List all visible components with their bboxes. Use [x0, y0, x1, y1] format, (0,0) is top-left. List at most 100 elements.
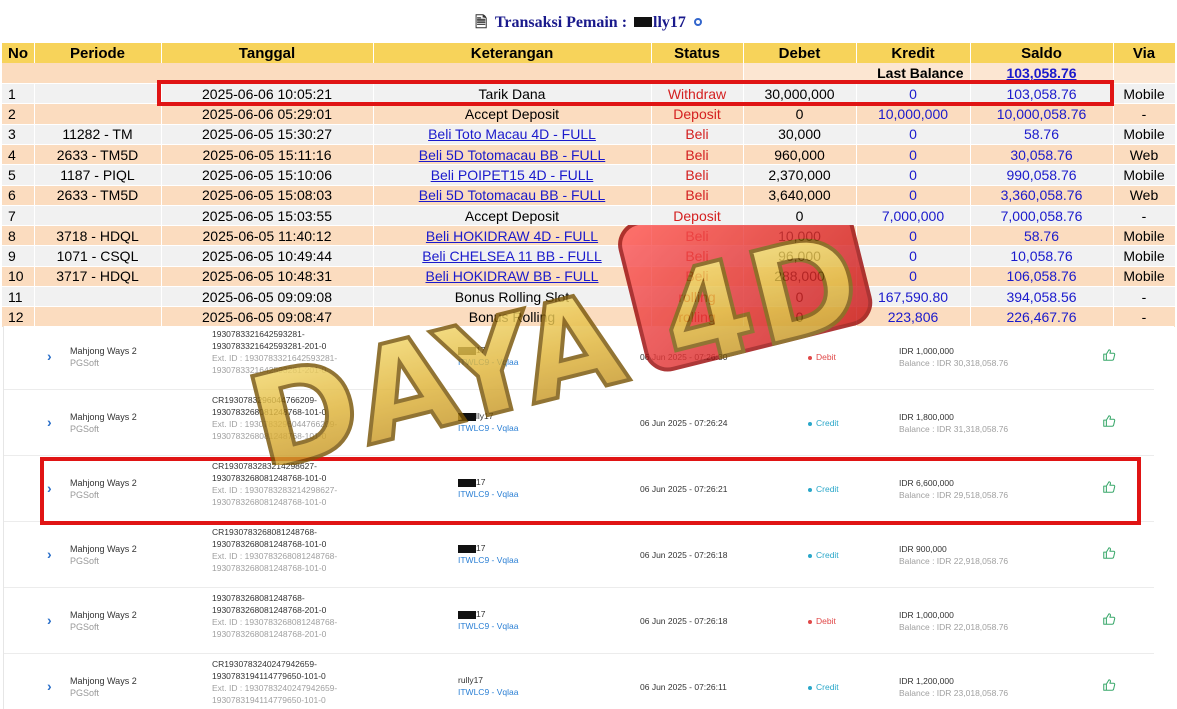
cell-saldo: 7,000,058.76 [970, 205, 1114, 227]
redacted-username-mask [458, 346, 476, 355]
agent-link[interactable]: ITWLC9 - Vqlaa [458, 686, 518, 698]
history-row[interactable]: › Mahjong Ways 2 PGSoft CR19307832402479426… [4, 654, 1154, 709]
cell-debet: 96,000 [743, 245, 857, 267]
status-dot-icon [808, 355, 812, 360]
history-date: 06 Jun 2025 - 07:26:11 [640, 682, 727, 692]
cell-periode [34, 103, 162, 125]
history-row[interactable]: › Mahjong Ways 2 PGSoft CR19307832832142986… [4, 456, 1154, 522]
cell-kredit: 0 [856, 245, 971, 267]
history-row[interactable]: › Mahjong Ways 2 PGSoft 1930783268081248768… [4, 588, 1154, 654]
cell-saldo-text: 106,058.76 [1006, 268, 1077, 285]
chevron-right-icon[interactable]: › [47, 480, 52, 496]
history-date: 06 Jun 2025 - 07:26:18 [640, 616, 728, 626]
chevron-right-icon[interactable]: › [47, 348, 52, 364]
history-row[interactable]: › Mahjong Ways 2 PGSoft CR19307832680812487… [4, 522, 1154, 588]
thumbs-up-icon[interactable] [1102, 348, 1116, 362]
cell-saldo-text: 990,058.76 [1006, 166, 1077, 183]
cell-status-text: Beli [685, 268, 709, 285]
amount: IDR 6,600,000 [899, 478, 954, 488]
chevron-right-icon[interactable]: › [47, 612, 52, 628]
last-balance-value[interactable]: 103,058.76 [970, 63, 1114, 85]
game-info: Mahjong Ways 2 PGSoft [70, 543, 137, 567]
cell-via-text: - [1141, 288, 1147, 305]
cell-periode [34, 205, 162, 227]
cell-kredit-text: 0 [909, 85, 917, 102]
document-icon: 🗎 [475, 15, 488, 31]
username: lly17 [476, 411, 494, 421]
info-icon[interactable] [693, 17, 702, 26]
cell-status: Beli [651, 124, 744, 145]
status-dot-icon [808, 421, 812, 426]
cell-tanggal: 2025-06-05 10:49:44 [161, 245, 374, 267]
cell-tanggal: 2025-06-06 05:29:01 [161, 103, 374, 125]
cell-periode: 1187 - PIQL [34, 164, 162, 186]
thumbs-up-icon[interactable] [1102, 612, 1116, 626]
transaction-type-badge: Debit [808, 352, 836, 362]
cell-kredit-text: 10,000,000 [877, 106, 949, 123]
bet-detail-link[interactable]: Beli HOKIDRAW 4D - FULL [426, 228, 598, 244]
chevron-right-icon[interactable]: › [47, 546, 52, 562]
cell-status: Withdraw [651, 83, 744, 105]
cell-via-text: - [1141, 207, 1147, 224]
cell-no-text: 8 [8, 227, 16, 244]
bet-detail-link[interactable]: Beli HOKIDRAW BB - FULL [426, 268, 599, 284]
agent-link[interactable]: ITWLC9 - Vqlaa [458, 356, 518, 368]
cell-status: Beli [651, 245, 744, 267]
transaction-id-line2: 1930783194114779650-101-0 [212, 671, 326, 681]
bet-detail-link[interactable]: Beli POIPET15 4D - FULL [431, 167, 594, 183]
cell-kredit-text: 0 [909, 126, 917, 143]
cell-debet-text: 30,000,000 [764, 85, 835, 102]
cell-saldo-text: 394,058.56 [1006, 288, 1077, 305]
agent-link[interactable]: ITWLC9 - Vqlaa [458, 620, 518, 632]
last-balance-label: Last Balance [743, 63, 971, 85]
agent-link[interactable]: ITWLC9 - Vqlaa [458, 488, 518, 500]
user-info: lly17 ITWLC9 - Vqlaa [458, 410, 518, 434]
cell-saldo-text: 3,360,058.76 [1000, 187, 1083, 204]
cell-debet-text: 0 [795, 288, 804, 305]
amount: IDR 1,000,000 [899, 346, 954, 356]
column-header-keterangan: Keterangan [373, 43, 652, 64]
transaction-id-line2: 1930783268081248768-101-0 [212, 407, 327, 417]
bet-detail-link[interactable]: Beli 5D Totomacau BB - FULL [419, 187, 606, 203]
amount-info: IDR 900,000 Balance : IDR 22,918,058.76 [899, 543, 1008, 567]
cell-via-text: Mobile [1123, 227, 1165, 244]
cell-status-text: rolling [678, 309, 716, 325]
thumbs-up-icon[interactable] [1102, 414, 1116, 428]
transaction-type-badge: Credit [808, 550, 839, 560]
transaction-id-line2: 1930783268081248768-101-0 [212, 473, 327, 483]
cell-no-text: 1 [8, 85, 16, 102]
thumbs-up-icon[interactable] [1102, 546, 1116, 560]
history-date: 06 Jun 2025 - 07:26:21 [640, 484, 728, 494]
agent-link[interactable]: ITWLC9 - Vqlaa [458, 554, 518, 566]
bet-detail-link[interactable]: Beli 5D Totomacau BB - FULL [419, 147, 606, 163]
chevron-right-icon[interactable]: › [47, 414, 52, 430]
username: 17 [476, 609, 486, 619]
redacted-username-mask [458, 412, 476, 421]
transaction-ids: 1930783268081248768- 1930783268081248768-… [212, 592, 442, 640]
cell-no-text: 3 [8, 126, 16, 143]
bet-detail-link[interactable]: Beli CHELSEA 11 BB - FULL [422, 248, 601, 264]
transaction-ids: CR1930783296044766209- 193078326808124876… [212, 394, 442, 442]
cell-tanggal-text: 2025-06-05 10:49:44 [202, 248, 332, 265]
transaction-type-badge: Credit [808, 484, 839, 494]
agent-link[interactable]: ITWLC9 - Vqlaa [458, 422, 518, 434]
last-balance-row: Last Balance 103,058.76 [2, 63, 1176, 85]
cell-saldo: 394,058.56 [970, 286, 1114, 308]
bet-detail-link[interactable]: Beli Toto Macau 4D - FULL [428, 126, 596, 142]
cell-status-text: Beli [685, 187, 709, 204]
cell-keterangan: Beli POIPET15 4D - FULL [373, 164, 652, 186]
history-row[interactable]: › Mahjong Ways 2 PGSoft 1930783321642593281… [4, 324, 1154, 390]
game-provider: PGSoft [70, 424, 100, 434]
thumbs-up-icon[interactable] [1102, 678, 1116, 692]
thumbs-up-icon[interactable] [1102, 480, 1116, 494]
cell-periode-text: 2633 - TM5D [56, 146, 139, 163]
history-row[interactable]: › Mahjong Ways 2 PGSoft CR19307832960447662… [4, 390, 1154, 456]
cell-no: 8 [2, 225, 35, 247]
game-info: Mahjong Ways 2 PGSoft [70, 477, 137, 501]
chevron-right-icon[interactable]: › [47, 678, 52, 694]
title-prefix: Transaksi Pemain : [494, 14, 628, 31]
cell-saldo: 106,058.76 [970, 266, 1114, 288]
cell-periode-text: 11282 - TM [62, 126, 133, 143]
cell-kredit-text: 0 [909, 187, 917, 204]
balance-after: Balance : IDR 30,318,058.76 [899, 358, 1009, 368]
